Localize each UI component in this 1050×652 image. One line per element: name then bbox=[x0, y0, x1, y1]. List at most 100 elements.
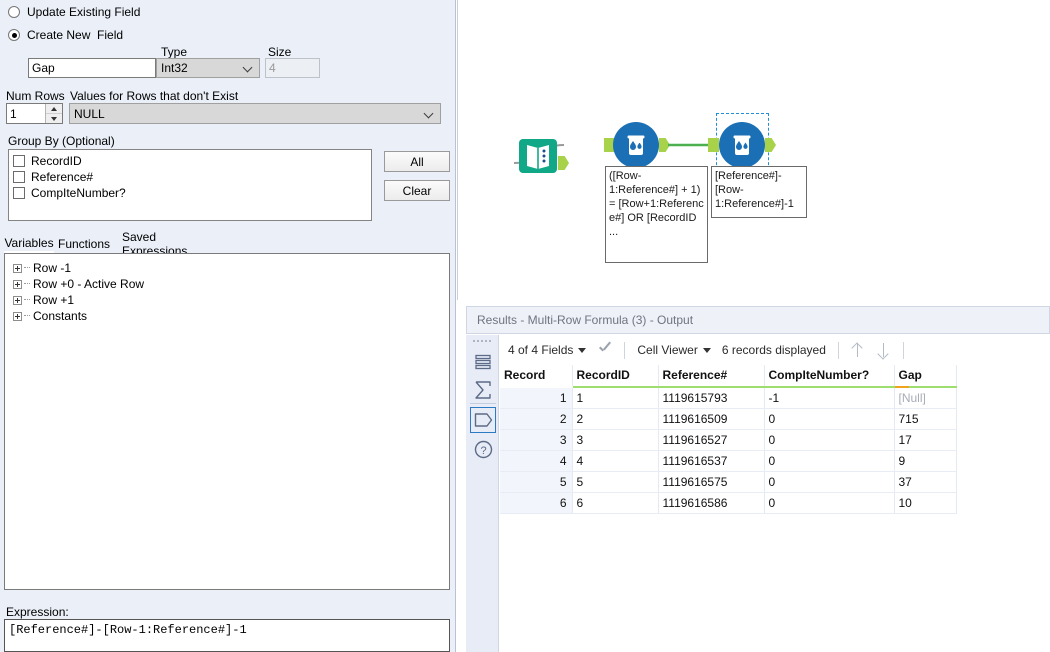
radio-create-new-field[interactable]: Create New Field bbox=[8, 29, 123, 41]
results-grid[interactable]: Record RecordID Reference# CompIteNumber… bbox=[500, 365, 1050, 514]
apply-check-icon[interactable] bbox=[598, 343, 612, 357]
drag-grip-icon[interactable] bbox=[473, 340, 493, 345]
expand-plus-icon[interactable] bbox=[13, 311, 22, 321]
type-combobox-value: Int32 bbox=[161, 61, 188, 75]
toolbar-divider bbox=[902, 341, 904, 359]
column-header-record[interactable]: Record bbox=[500, 365, 573, 388]
tab-functions[interactable]: Functions bbox=[56, 235, 112, 253]
group-by-listbox[interactable]: RecordID Reference# CompIteNumber? bbox=[8, 149, 372, 221]
group-by-item-reference[interactable]: Reference# bbox=[13, 169, 371, 185]
cell-recordid[interactable]: 4 bbox=[572, 450, 659, 472]
num-rows-stepper[interactable]: 1 bbox=[6, 103, 63, 124]
radio-indicator-create-new bbox=[8, 29, 20, 41]
tag-glyph bbox=[474, 413, 492, 427]
app-window: Update Existing Field Create New Field T… bbox=[0, 0, 1050, 652]
new-field-name-input[interactable] bbox=[28, 58, 156, 78]
variables-tree[interactable]: Row -1 Row +0 - Active Row Row +1 Consta… bbox=[4, 253, 450, 590]
table-row[interactable]: 3 3 1119616527 0 17 bbox=[500, 429, 957, 451]
checkbox-reference[interactable] bbox=[13, 171, 25, 183]
cell-recordid[interactable]: 6 bbox=[572, 492, 659, 514]
expand-plus-icon[interactable] bbox=[13, 295, 22, 305]
type-combobox[interactable]: Int32 bbox=[156, 58, 260, 78]
cell-compitenumber[interactable]: 0 bbox=[764, 450, 895, 472]
checkbox-recordid[interactable] bbox=[13, 155, 25, 167]
table-row[interactable]: 6 6 1119616586 0 10 bbox=[500, 492, 957, 514]
cell-recordid[interactable]: 1 bbox=[572, 387, 659, 409]
input-anchor-formula2[interactable] bbox=[708, 138, 719, 152]
profile-sigma-icon[interactable] bbox=[470, 377, 496, 403]
group-by-item-compltenumber[interactable]: CompIteNumber? bbox=[13, 185, 371, 201]
cell-reference[interactable]: 1119616509 bbox=[658, 408, 765, 430]
cell-reference[interactable]: 1119616586 bbox=[658, 492, 765, 514]
tree-item-label: Constants bbox=[33, 309, 88, 323]
scroll-down-icon[interactable] bbox=[877, 342, 891, 358]
annotation-formula2: [Reference#]-[Row-1:Reference#]-1 bbox=[711, 166, 807, 218]
cell-gap[interactable]: 37 bbox=[894, 471, 957, 493]
expand-plus-icon[interactable] bbox=[13, 263, 22, 273]
group-by-label: Group By (Optional) bbox=[8, 134, 115, 148]
cell-record[interactable]: 5 bbox=[500, 471, 573, 493]
expression-editor[interactable]: [Reference#]-[Row-1:Reference#]-1 bbox=[4, 619, 450, 652]
tree-item-row-zero[interactable]: Row +0 - Active Row bbox=[13, 276, 449, 292]
scroll-up-icon[interactable] bbox=[851, 342, 865, 358]
cell-compitenumber[interactable]: -1 bbox=[764, 387, 895, 409]
column-header-compltenumber[interactable]: CompIteNumber? bbox=[764, 365, 895, 388]
tool-circle-formula1 bbox=[613, 122, 659, 168]
radio-update-existing-field[interactable]: Update Existing Field bbox=[8, 6, 140, 18]
cell-record[interactable]: 1 bbox=[500, 387, 573, 409]
values-missing-label: Values for Rows that don't Exist bbox=[70, 89, 239, 103]
cell-gap[interactable]: 715 bbox=[894, 408, 957, 430]
cell-gap[interactable]: 10 bbox=[894, 492, 957, 514]
cell-compitenumber[interactable]: 0 bbox=[764, 429, 895, 451]
cell-recordid[interactable]: 5 bbox=[572, 471, 659, 493]
clear-selection-button[interactable]: Clear bbox=[384, 180, 450, 201]
cell-gap[interactable]: 9 bbox=[894, 450, 957, 472]
group-by-item-recordid[interactable]: RecordID bbox=[13, 153, 371, 169]
cell-record[interactable]: 2 bbox=[500, 408, 573, 430]
help-question-icon[interactable]: ? bbox=[470, 436, 496, 462]
multi-row-formula-tool-1[interactable] bbox=[613, 122, 659, 168]
cell-gap[interactable]: 17 bbox=[894, 429, 957, 451]
table-row[interactable]: 1 1 1119615793 -1 [Null] bbox=[500, 387, 957, 409]
cell-recordid[interactable]: 2 bbox=[572, 408, 659, 430]
data-table-icon[interactable] bbox=[470, 349, 496, 375]
tree-item-row-plus-1[interactable]: Row +1 bbox=[13, 292, 449, 308]
cell-reference[interactable]: 1119616527 bbox=[658, 429, 765, 451]
tab-saved-expressions[interactable]: Saved Expressions bbox=[114, 230, 220, 258]
column-header-reference[interactable]: Reference# bbox=[658, 365, 765, 388]
cell-record[interactable]: 3 bbox=[500, 429, 573, 451]
cell-reference[interactable]: 1119616575 bbox=[658, 471, 765, 493]
cell-compitenumber[interactable]: 0 bbox=[764, 471, 895, 493]
cell-recordid[interactable]: 3 bbox=[572, 429, 659, 451]
tab-variables[interactable]: Variables bbox=[4, 235, 54, 253]
workflow-canvas[interactable]: ([Row-1:Reference#] + 1) = [Row+1:Refere… bbox=[457, 0, 1050, 300]
checkbox-compltenumber[interactable] bbox=[13, 187, 25, 199]
table-row[interactable]: 5 5 1119616575 0 37 bbox=[500, 471, 957, 493]
cell-reference[interactable]: 1119615793 bbox=[658, 387, 765, 409]
cell-record[interactable]: 4 bbox=[500, 450, 573, 472]
cell-compitenumber[interactable]: 0 bbox=[764, 408, 895, 430]
expand-plus-icon[interactable] bbox=[13, 279, 22, 289]
cell-viewer-selector[interactable]: Cell Viewer bbox=[637, 343, 711, 357]
tree-item-constants[interactable]: Constants bbox=[13, 308, 449, 324]
num-rows-increment-button[interactable] bbox=[46, 104, 62, 113]
select-all-button[interactable]: All bbox=[384, 151, 450, 172]
table-row[interactable]: 4 4 1119616537 0 9 bbox=[500, 450, 957, 472]
cell-gap[interactable]: [Null] bbox=[894, 387, 957, 409]
column-header-gap[interactable]: Gap bbox=[894, 365, 957, 388]
num-rows-stepper-buttons[interactable] bbox=[45, 104, 62, 123]
values-missing-combobox[interactable]: NULL bbox=[69, 103, 441, 124]
column-header-recordid[interactable]: RecordID bbox=[572, 365, 659, 388]
size-label: Size bbox=[268, 45, 292, 59]
fields-selector[interactable]: 4 of 4 Fields bbox=[508, 343, 587, 357]
multi-row-formula-tool-2[interactable] bbox=[719, 122, 765, 168]
cell-reference[interactable]: 1119616537 bbox=[658, 450, 765, 472]
table-row[interactable]: 2 2 1119616509 0 715 bbox=[500, 408, 957, 430]
tree-item-row-minus-1[interactable]: Row -1 bbox=[13, 260, 449, 276]
output-anchor-formula2[interactable] bbox=[765, 138, 776, 152]
metadata-tag-icon[interactable] bbox=[470, 407, 496, 433]
cell-compitenumber[interactable]: 0 bbox=[764, 492, 895, 514]
text-input-tool[interactable] bbox=[518, 136, 558, 179]
num-rows-decrement-button[interactable] bbox=[46, 113, 62, 123]
cell-record[interactable]: 6 bbox=[500, 492, 573, 514]
